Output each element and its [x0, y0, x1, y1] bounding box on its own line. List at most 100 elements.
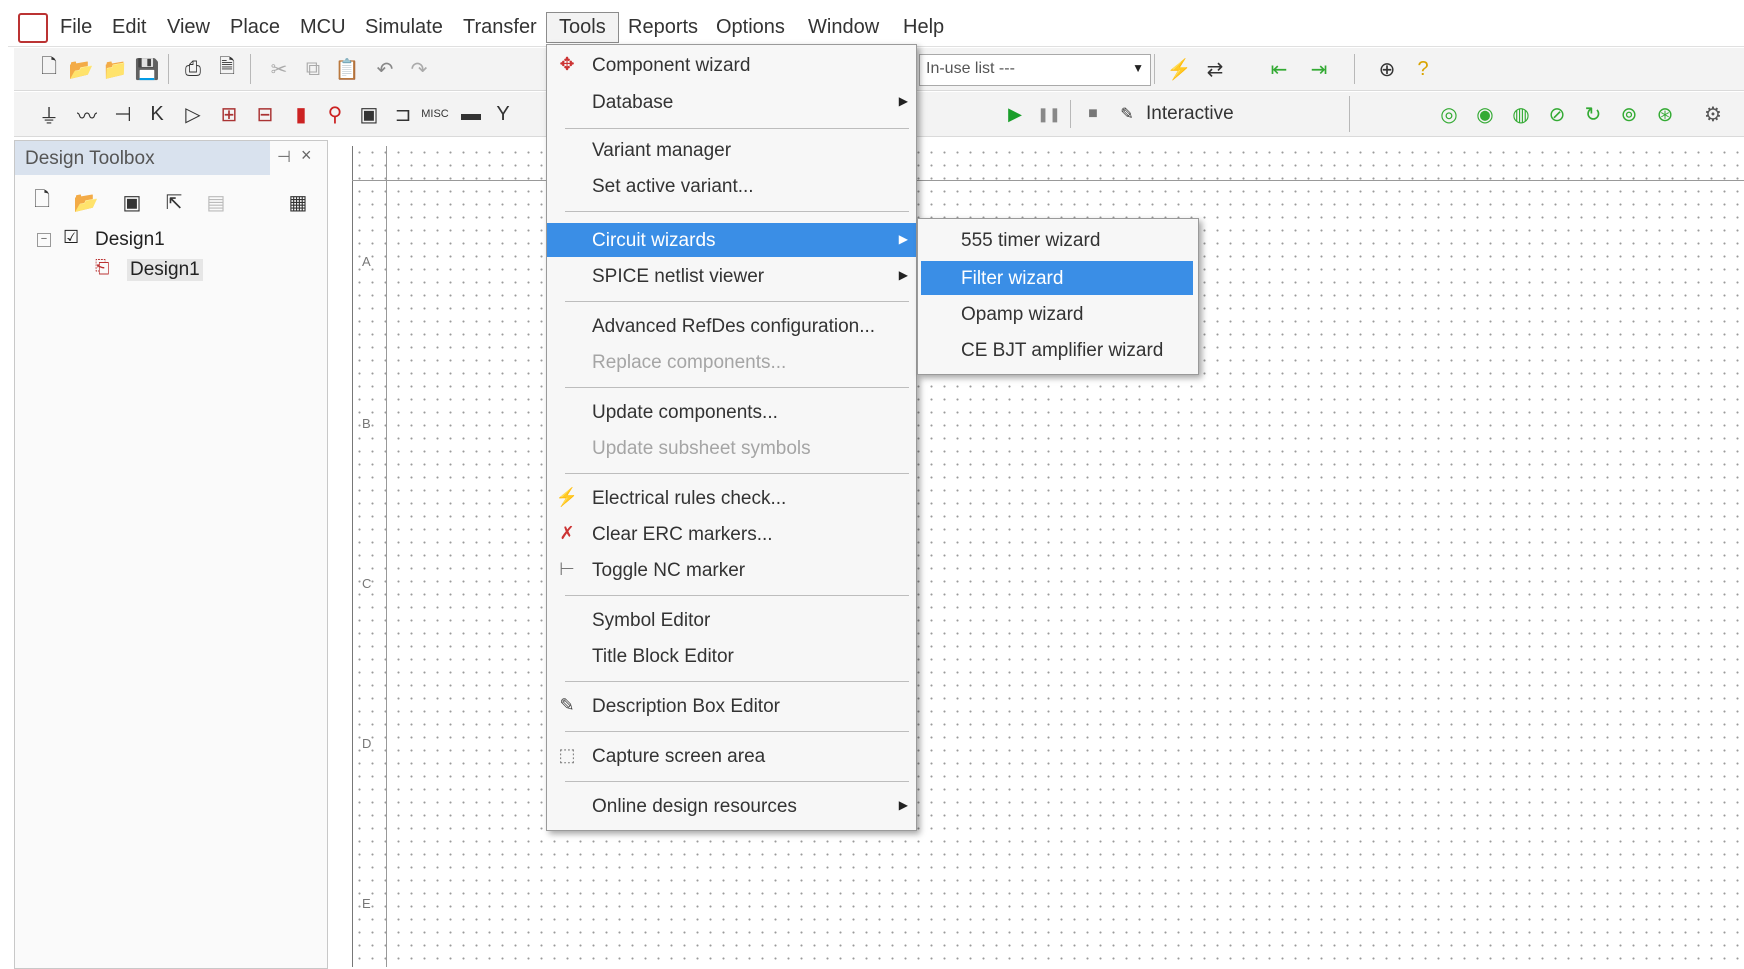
menu-item-electrical-rules-check[interactable]: ⚡ Electrical rules check...: [547, 481, 916, 515]
in-use-list-dropdown[interactable]: In-use list --- ▼: [919, 54, 1151, 86]
save-icon[interactable]: 💾: [132, 54, 162, 84]
antenna-icon[interactable]: Y: [488, 99, 518, 129]
tree-item-design-root[interactable]: Design1: [95, 229, 165, 251]
menu-view[interactable]: View: [167, 16, 210, 39]
redo-icon[interactable]: ↷: [404, 54, 434, 84]
menu-options[interactable]: Options: [716, 16, 785, 39]
menu-item-circuit-wizards[interactable]: Circuit wizards ▶: [547, 223, 916, 257]
submenu-item-555-timer-wizard[interactable]: 555 timer wizard: [921, 223, 1193, 257]
menu-item-capture-screen-area[interactable]: ⬚ Capture screen area: [547, 739, 916, 773]
source-icon[interactable]: ⏚: [34, 99, 64, 129]
help-icon[interactable]: ?: [1408, 54, 1438, 84]
design-toolbox-title: Design Toolbox: [25, 148, 155, 169]
copy-icon[interactable]: ⧉: [298, 54, 328, 84]
menu-item-label: Symbol Editor: [592, 610, 711, 631]
save-design-icon[interactable]: ▣: [117, 187, 147, 217]
menu-item-online-design-resources[interactable]: Online design resources ▶: [547, 789, 916, 823]
menu-item-label: Database: [592, 92, 674, 113]
open-sample-icon[interactable]: 📁: [100, 54, 130, 84]
component-wizard-icon: ✥: [559, 54, 575, 74]
menu-tools[interactable]: Tools: [546, 12, 619, 43]
analog-icon[interactable]: ▷: [178, 99, 208, 129]
zoom-icon[interactable]: ⊕: [1372, 54, 1402, 84]
close-icon[interactable]: ×: [301, 145, 312, 166]
menu-place[interactable]: Place: [230, 16, 280, 39]
cut-icon[interactable]: ✂: [264, 54, 294, 84]
menu-item-update-subsheet-symbols[interactable]: Update subsheet symbols: [547, 431, 916, 465]
menu-item-set-active-variant[interactable]: Set active variant...: [547, 169, 916, 203]
current-probe-icon[interactable]: ↻: [1578, 99, 1608, 129]
design-root-icon: ☑: [63, 227, 80, 247]
stop-icon[interactable]: ■: [1078, 99, 1108, 129]
transfer-icon[interactable]: ⇄: [1200, 54, 1230, 84]
mixed-icon[interactable]: ⚲: [320, 99, 350, 129]
menu-mcu[interactable]: MCU: [300, 16, 346, 39]
menu-item-symbol-editor[interactable]: Symbol Editor: [547, 603, 916, 637]
tree-collapse-icon[interactable]: −: [37, 233, 51, 247]
menu-item-component-wizard[interactable]: ✥ Component wizard: [547, 48, 916, 82]
close-design-icon[interactable]: ⇱: [159, 187, 189, 217]
new-design-icon[interactable]: 🗋: [27, 187, 57, 217]
menu-item-database[interactable]: Database ▶: [547, 85, 916, 119]
forward-annotate-icon[interactable]: ⇥: [1304, 54, 1334, 84]
probe-icon[interactable]: ⊘: [1542, 99, 1572, 129]
open-design-icon[interactable]: 📂: [71, 187, 101, 217]
undo-icon[interactable]: ↶: [370, 54, 400, 84]
menu-item-replace-components[interactable]: Replace components...: [547, 345, 916, 379]
erc-icon[interactable]: ⚡: [1164, 54, 1194, 84]
menu-item-label: SPICE netlist viewer: [592, 266, 765, 287]
run-icon[interactable]: ▶: [1000, 99, 1030, 129]
menu-item-title-block-editor[interactable]: Title Block Editor: [547, 639, 916, 673]
menu-item-toggle-nc-marker[interactable]: ⊢ Toggle NC marker: [547, 553, 916, 587]
open-folder-icon[interactable]: 📂: [66, 54, 96, 84]
menu-item-label: Title Block Editor: [592, 646, 734, 667]
menu-item-label: Description Box Editor: [592, 696, 780, 717]
menu-transfer[interactable]: Transfer: [463, 16, 537, 39]
hierarchy-icon[interactable]: ▦: [283, 187, 313, 217]
menu-item-update-components[interactable]: Update components...: [547, 395, 916, 429]
diode-icon[interactable]: ⊣: [108, 99, 138, 129]
paste-icon[interactable]: 📋: [332, 54, 362, 84]
basic-icon[interactable]: 〰: [72, 99, 102, 129]
rf-icon[interactable]: ▬: [456, 99, 486, 129]
menu-reports[interactable]: Reports: [628, 16, 698, 39]
print-preview-icon[interactable]: 🗎: [212, 54, 242, 84]
menu-item-label: Electrical rules check...: [592, 488, 787, 509]
pause-icon[interactable]: ❚❚: [1034, 99, 1064, 129]
menu-edit[interactable]: Edit: [112, 16, 146, 39]
menu-item-spice-netlist-viewer[interactable]: SPICE netlist viewer ▶: [547, 259, 916, 293]
tree-item-design-sheet[interactable]: Design1: [127, 259, 203, 281]
menu-simulate[interactable]: Simulate: [365, 16, 443, 39]
power-icon[interactable]: ⊐: [388, 99, 418, 129]
back-annotate-icon[interactable]: ⇤: [1264, 54, 1294, 84]
pin-icon[interactable]: ⊣: [277, 147, 291, 167]
cmos-icon[interactable]: ⊟: [250, 99, 280, 129]
submenu-item-ce-bjt-amplifier-wizard[interactable]: CE BJT amplifier wizard: [921, 333, 1193, 367]
print-icon[interactable]: ⎙: [178, 54, 208, 84]
indicator-icon[interactable]: ▣: [354, 99, 384, 129]
menu-item-advanced-refdes[interactable]: Advanced RefDes configuration...: [547, 309, 916, 343]
mcu-icon[interactable]: ▮: [286, 99, 316, 129]
menu-window[interactable]: Window: [808, 16, 879, 39]
function-generator-icon[interactable]: ◍: [1506, 99, 1536, 129]
menu-file[interactable]: File: [60, 16, 92, 39]
menu-help[interactable]: Help: [903, 16, 944, 39]
voltage-probe-icon[interactable]: ⊚: [1614, 99, 1644, 129]
menu-item-variant-manager[interactable]: Variant manager: [547, 133, 916, 167]
clear-erc-icon: ✗: [559, 523, 575, 543]
submenu-item-opamp-wizard[interactable]: Opamp wizard: [921, 297, 1193, 331]
menu-item-clear-erc-markers[interactable]: ✗ Clear ERC markers...: [547, 517, 916, 551]
interactive-icon[interactable]: ✎: [1112, 99, 1142, 129]
menu-item-description-box-editor[interactable]: ✎ Description Box Editor: [547, 689, 916, 723]
oscilloscope-icon[interactable]: ◎: [1434, 99, 1464, 129]
power-probe-icon[interactable]: ⊛: [1650, 99, 1680, 129]
transistor-icon[interactable]: K: [142, 99, 172, 129]
interactive-label[interactable]: Interactive: [1146, 103, 1234, 125]
new-file-icon[interactable]: 🗋: [34, 54, 64, 84]
ttl-icon[interactable]: ⊞: [214, 99, 244, 129]
disabled-tool-icon[interactable]: ▤: [201, 187, 231, 217]
settings-icon[interactable]: ⚙: [1698, 99, 1728, 129]
submenu-item-filter-wizard[interactable]: Filter wizard: [921, 261, 1193, 295]
misc-icon[interactable]: MISC: [420, 99, 450, 129]
multimeter-icon[interactable]: ◉: [1470, 99, 1500, 129]
